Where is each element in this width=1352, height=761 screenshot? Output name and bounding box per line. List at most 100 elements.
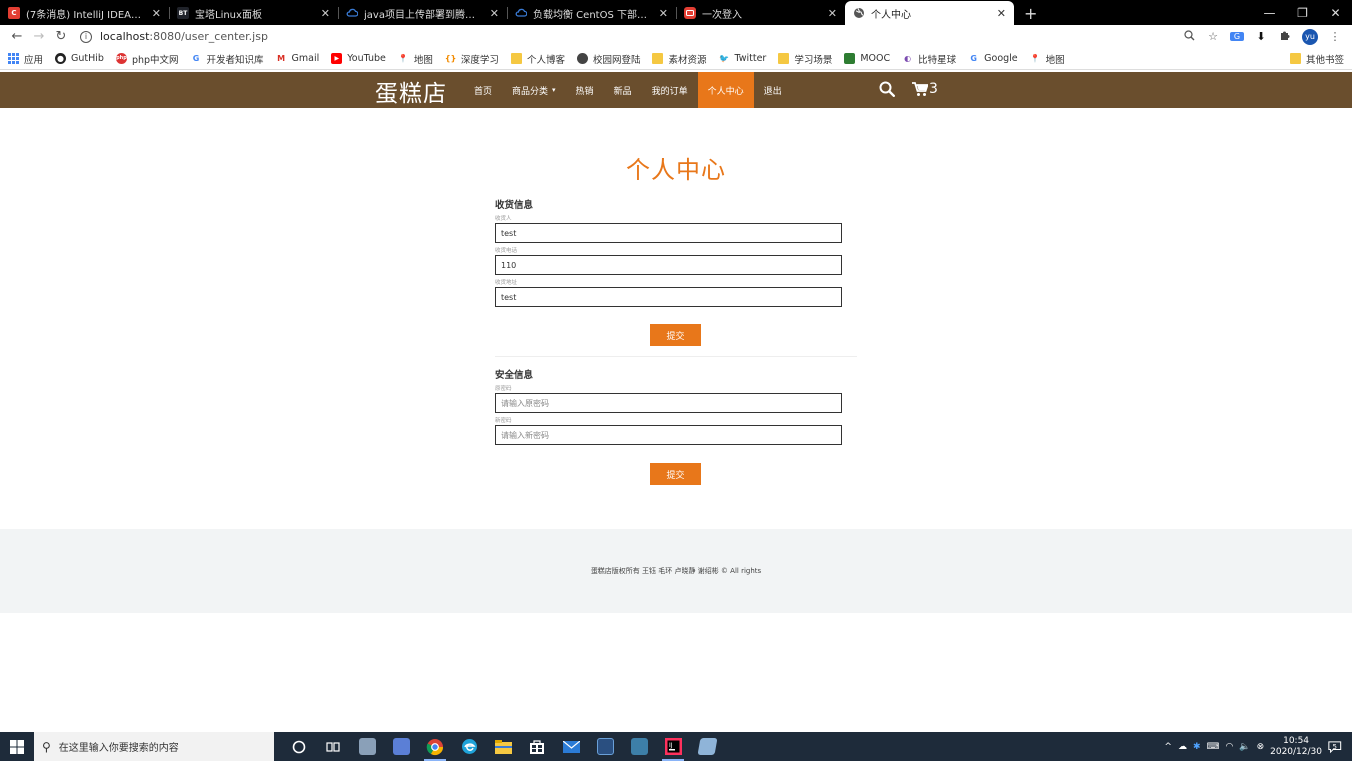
nav-user-center[interactable]: 个人中心	[697, 72, 754, 108]
translate-icon[interactable]: G	[1230, 32, 1244, 41]
bookmark-label: Gmail	[291, 53, 320, 64]
close-icon[interactable]: ✕	[997, 7, 1006, 20]
cortana-icon[interactable]	[282, 732, 316, 761]
cloud-icon	[515, 7, 527, 19]
bookmark-maps[interactable]: 📍 地图	[398, 52, 433, 66]
new-tab-button[interactable]: +	[1014, 1, 1047, 25]
folder-icon	[652, 53, 664, 64]
new-password-input[interactable]: 请输入新密码	[495, 425, 842, 445]
tray-app-icon[interactable]: ✱	[1193, 742, 1201, 752]
profile-avatar[interactable]: yu	[1302, 28, 1318, 45]
browser-tab[interactable]: 一次登入 ✕	[676, 1, 845, 25]
bookmark-label: 比特星球	[918, 54, 957, 66]
game-app-icon[interactable]	[350, 732, 384, 761]
nav-new[interactable]: 新品	[604, 72, 642, 108]
bookmark-blog[interactable]: 个人博客	[510, 52, 565, 66]
mail-icon[interactable]	[554, 732, 588, 761]
bookmark-maps-2[interactable]: 📍 地图	[1030, 52, 1065, 66]
system-tray: ^ ☁ ✱ ⌨ ◠ 🔈 ⊗ 10:54 2020/12/30 5	[1164, 736, 1352, 758]
keyboard-icon[interactable]: ⌨	[1207, 742, 1220, 752]
search-icon[interactable]	[879, 81, 895, 97]
shipping-submit-button[interactable]: 提交	[650, 324, 701, 346]
reload-icon[interactable]: ↻	[50, 29, 72, 44]
chrome-icon[interactable]	[418, 732, 452, 761]
app-icon[interactable]	[622, 732, 656, 761]
bookmark-study[interactable]: 学习场景	[778, 52, 832, 66]
nav-home[interactable]: 首页	[464, 72, 502, 108]
old-password-input[interactable]: 请输入原密码	[495, 393, 842, 413]
site-info-icon[interactable]: i	[80, 30, 92, 43]
zoom-icon[interactable]	[1182, 29, 1196, 44]
close-window-icon[interactable]: ✕	[1319, 0, 1352, 25]
windows-start-icon[interactable]	[0, 732, 34, 761]
bookmark-github[interactable]: ● GutHib	[55, 53, 104, 64]
notification-center-icon[interactable]: 5	[1328, 738, 1346, 756]
download-icon[interactable]: ⬇	[1254, 30, 1268, 43]
edge-icon[interactable]	[452, 732, 486, 761]
address-input[interactable]: test	[495, 287, 842, 307]
system-clock[interactable]: 10:54 2020/12/30	[1270, 736, 1322, 758]
store-icon[interactable]	[520, 732, 554, 761]
forward-icon[interactable]: →	[28, 29, 50, 44]
bookmark-label: 开发者知识库	[206, 54, 264, 66]
security-submit-button[interactable]: 提交	[650, 463, 701, 485]
close-icon[interactable]: ✕	[659, 7, 668, 20]
restore-icon[interactable]: ❐	[1286, 0, 1319, 25]
nav-orders[interactable]: 我的订单	[642, 72, 698, 108]
photo-app-icon[interactable]	[384, 732, 418, 761]
tab-title: (7条消息) IntelliJ IDEA自动部署	[26, 9, 146, 21]
close-icon[interactable]: ✕	[152, 7, 161, 20]
receiver-input[interactable]: test	[495, 223, 842, 243]
taskbar-search-input[interactable]: ⚲ 在这里输入你要搜索的内容	[34, 732, 274, 761]
browser-tab[interactable]: java项目上传部署到腾讯云服务器 ✕	[338, 1, 507, 25]
site-logo[interactable]: 蛋糕店	[375, 74, 447, 108]
nav-categories[interactable]: 商品分类 ▾	[502, 72, 566, 108]
browser-tab[interactable]: C (7条消息) IntelliJ IDEA自动部署 ✕	[0, 1, 169, 25]
bookmark-gmail[interactable]: M Gmail	[276, 53, 320, 64]
section-divider	[495, 356, 857, 357]
bookmark-twitter[interactable]: 🐦 Twitter	[718, 53, 766, 64]
close-icon[interactable]: ✕	[321, 7, 330, 20]
url-field[interactable]: i localhost :8080/user_center.jsp	[80, 30, 1182, 43]
chevron-up-icon[interactable]: ^	[1164, 742, 1172, 752]
task-view-icon[interactable]	[316, 732, 350, 761]
bookmark-assets[interactable]: 素材资源	[652, 52, 706, 66]
bookmark-bitplanet[interactable]: ◐ 比特星球	[902, 52, 956, 66]
browser-tab-active[interactable]: 个人中心 ✕	[845, 1, 1014, 25]
file-explorer-icon[interactable]	[486, 732, 520, 761]
bookmark-devlib[interactable]: G 开发者知识库	[191, 52, 264, 66]
csdn-icon: C	[8, 7, 20, 19]
extensions-icon[interactable]	[1278, 29, 1292, 44]
bookmark-google[interactable]: G Google	[968, 53, 1017, 64]
bookmark-label: Twitter	[734, 53, 767, 64]
browser-tab[interactable]: 负载均衡 CentOS 下部署 Java W ✕	[507, 1, 676, 25]
bookmark-php[interactable]: php php中文网	[115, 52, 179, 66]
browser-tab[interactable]: BT 宝塔Linux面板 ✕	[169, 1, 338, 25]
bookmark-label: MOOC	[860, 53, 891, 64]
volume-icon[interactable]: 🔈	[1239, 742, 1250, 752]
back-icon[interactable]: ←	[6, 29, 28, 44]
bookmark-campus[interactable]: 校园网登陆	[576, 52, 640, 66]
vscode-like-icon[interactable]	[588, 732, 622, 761]
menu-kebab-icon[interactable]: ⋮	[1328, 30, 1342, 43]
bookmark-apps[interactable]: 应用	[8, 52, 43, 66]
close-icon[interactable]: ✕	[828, 7, 837, 20]
cart-count: 3	[929, 81, 938, 97]
cart-button[interactable]: 3	[912, 81, 938, 97]
ime-icon[interactable]: ⊗	[1257, 742, 1265, 752]
nav-logout[interactable]: 退出	[754, 72, 792, 108]
phone-input[interactable]: 110	[495, 255, 842, 275]
bookmark-mooc[interactable]: MOOC	[844, 53, 890, 64]
notes-app-icon[interactable]	[690, 732, 724, 761]
wifi-icon[interactable]: ◠	[1226, 742, 1234, 752]
star-icon[interactable]: ☆	[1206, 30, 1220, 43]
bookmark-other[interactable]: 其他书签	[1289, 52, 1344, 66]
close-icon[interactable]: ✕	[490, 7, 499, 20]
bookmark-youtube[interactable]: ▶ YouTube	[331, 53, 386, 64]
bookmark-deeplearning[interactable]: {} 深度学习	[445, 52, 499, 66]
onedrive-icon[interactable]: ☁	[1178, 742, 1187, 752]
intellij-idea-icon[interactable]: IJ	[656, 732, 690, 761]
nav-hot[interactable]: 热销	[566, 72, 604, 108]
minimize-icon[interactable]: —	[1253, 0, 1286, 25]
site-footer: 蛋糕店版权所有 王钰 毛环 卢晓静 谢绍彬 © All rights	[0, 529, 1352, 613]
